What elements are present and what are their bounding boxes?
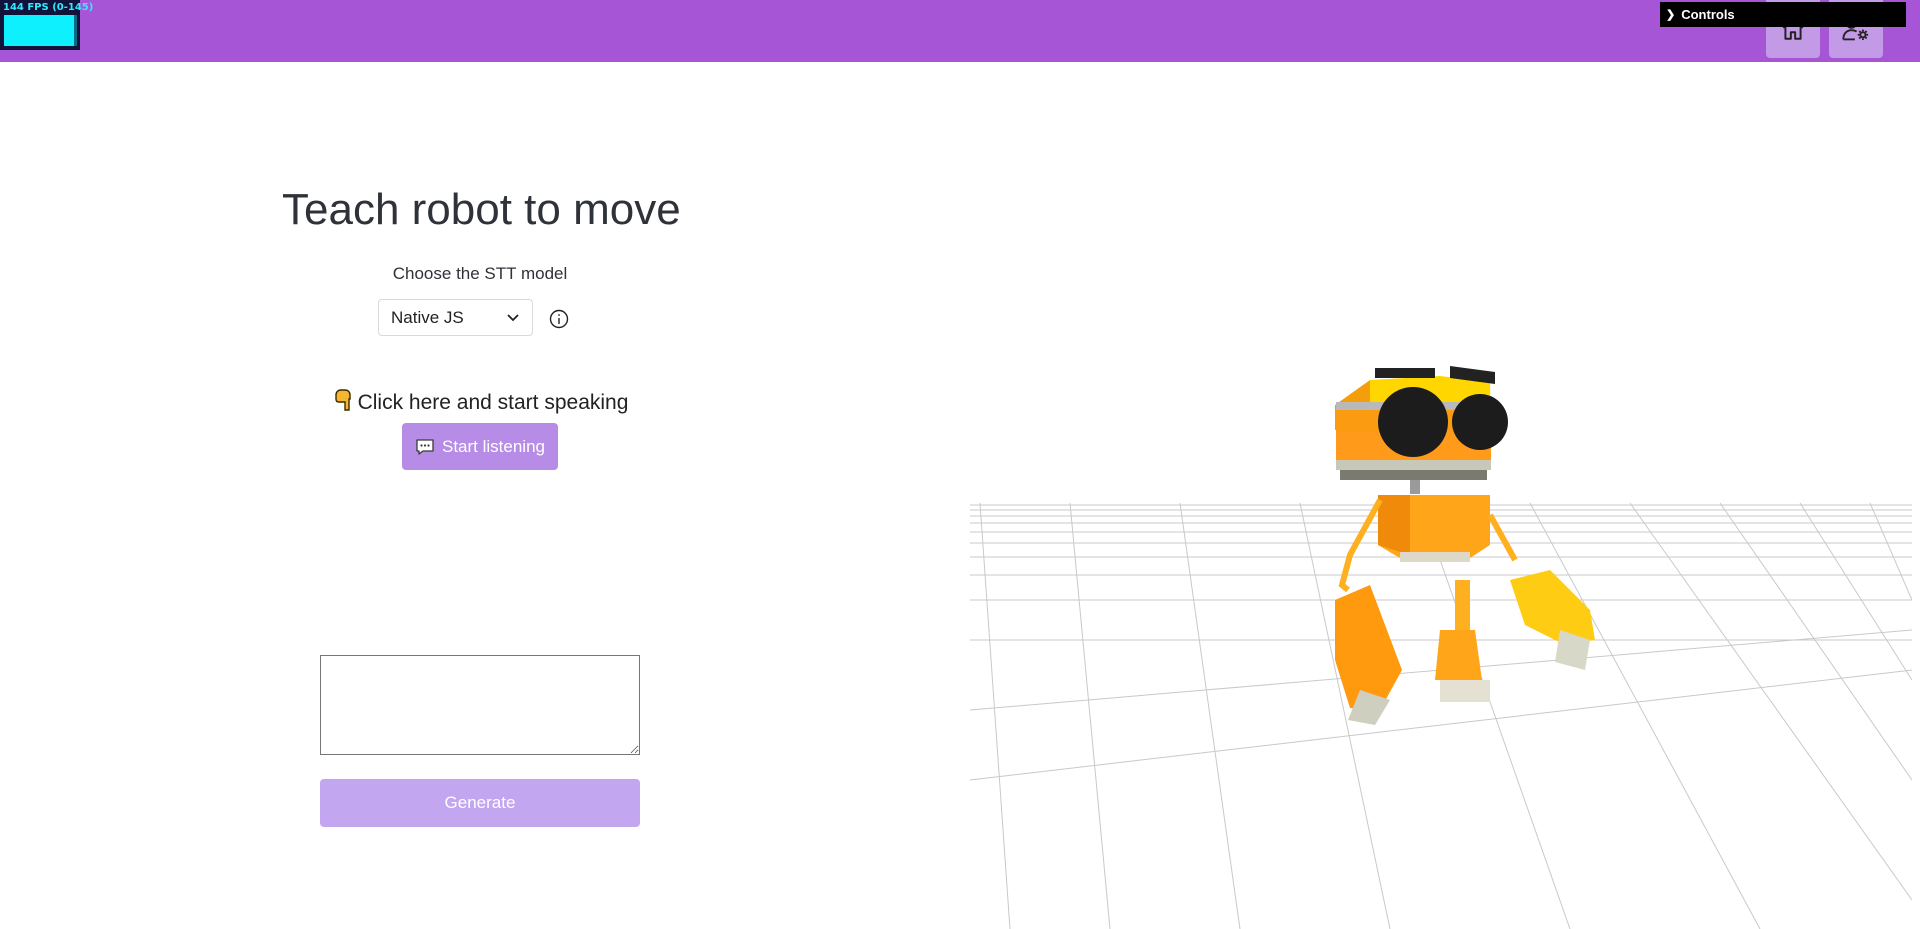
info-circle-icon[interactable] bbox=[549, 309, 569, 329]
speech-bubble-icon bbox=[416, 438, 434, 455]
robot-3d-viewport[interactable] bbox=[970, 340, 1912, 929]
stt-model-label: Choose the STT model bbox=[392, 264, 568, 283]
start-listening-button[interactable]: Start listening bbox=[402, 423, 558, 470]
robot-model bbox=[1335, 366, 1595, 725]
fps-graph bbox=[4, 15, 77, 46]
start-listening-label: Start listening bbox=[442, 436, 545, 456]
stt-model-value: Native JS bbox=[391, 307, 464, 327]
prompt-textarea[interactable] bbox=[320, 655, 640, 755]
generate-label: Generate bbox=[444, 793, 516, 812]
fps-label: 144 FPS (0-145) bbox=[3, 2, 94, 13]
chevron-down-icon bbox=[507, 313, 519, 321]
chevron-right-icon: ❯ bbox=[1666, 9, 1676, 21]
page-title: Teach robot to move bbox=[282, 185, 681, 234]
pointing-hand-icon bbox=[334, 389, 351, 411]
hint-text: Click here and start speaking bbox=[357, 391, 629, 414]
controls-panel-toggle[interactable]: ❯ Controls bbox=[1660, 2, 1906, 27]
generate-button[interactable]: Generate bbox=[320, 779, 640, 827]
top-navbar: 144 FPS (0-145) bbox=[0, 0, 1920, 62]
controls-label: Controls bbox=[1681, 7, 1735, 22]
stt-model-select[interactable]: Native JS bbox=[378, 299, 533, 336]
start-speaking-hint: Click here and start speaking bbox=[325, 388, 635, 415]
fps-meter[interactable]: 144 FPS (0-145) bbox=[0, 0, 94, 50]
floor-grid bbox=[970, 502, 1912, 929]
